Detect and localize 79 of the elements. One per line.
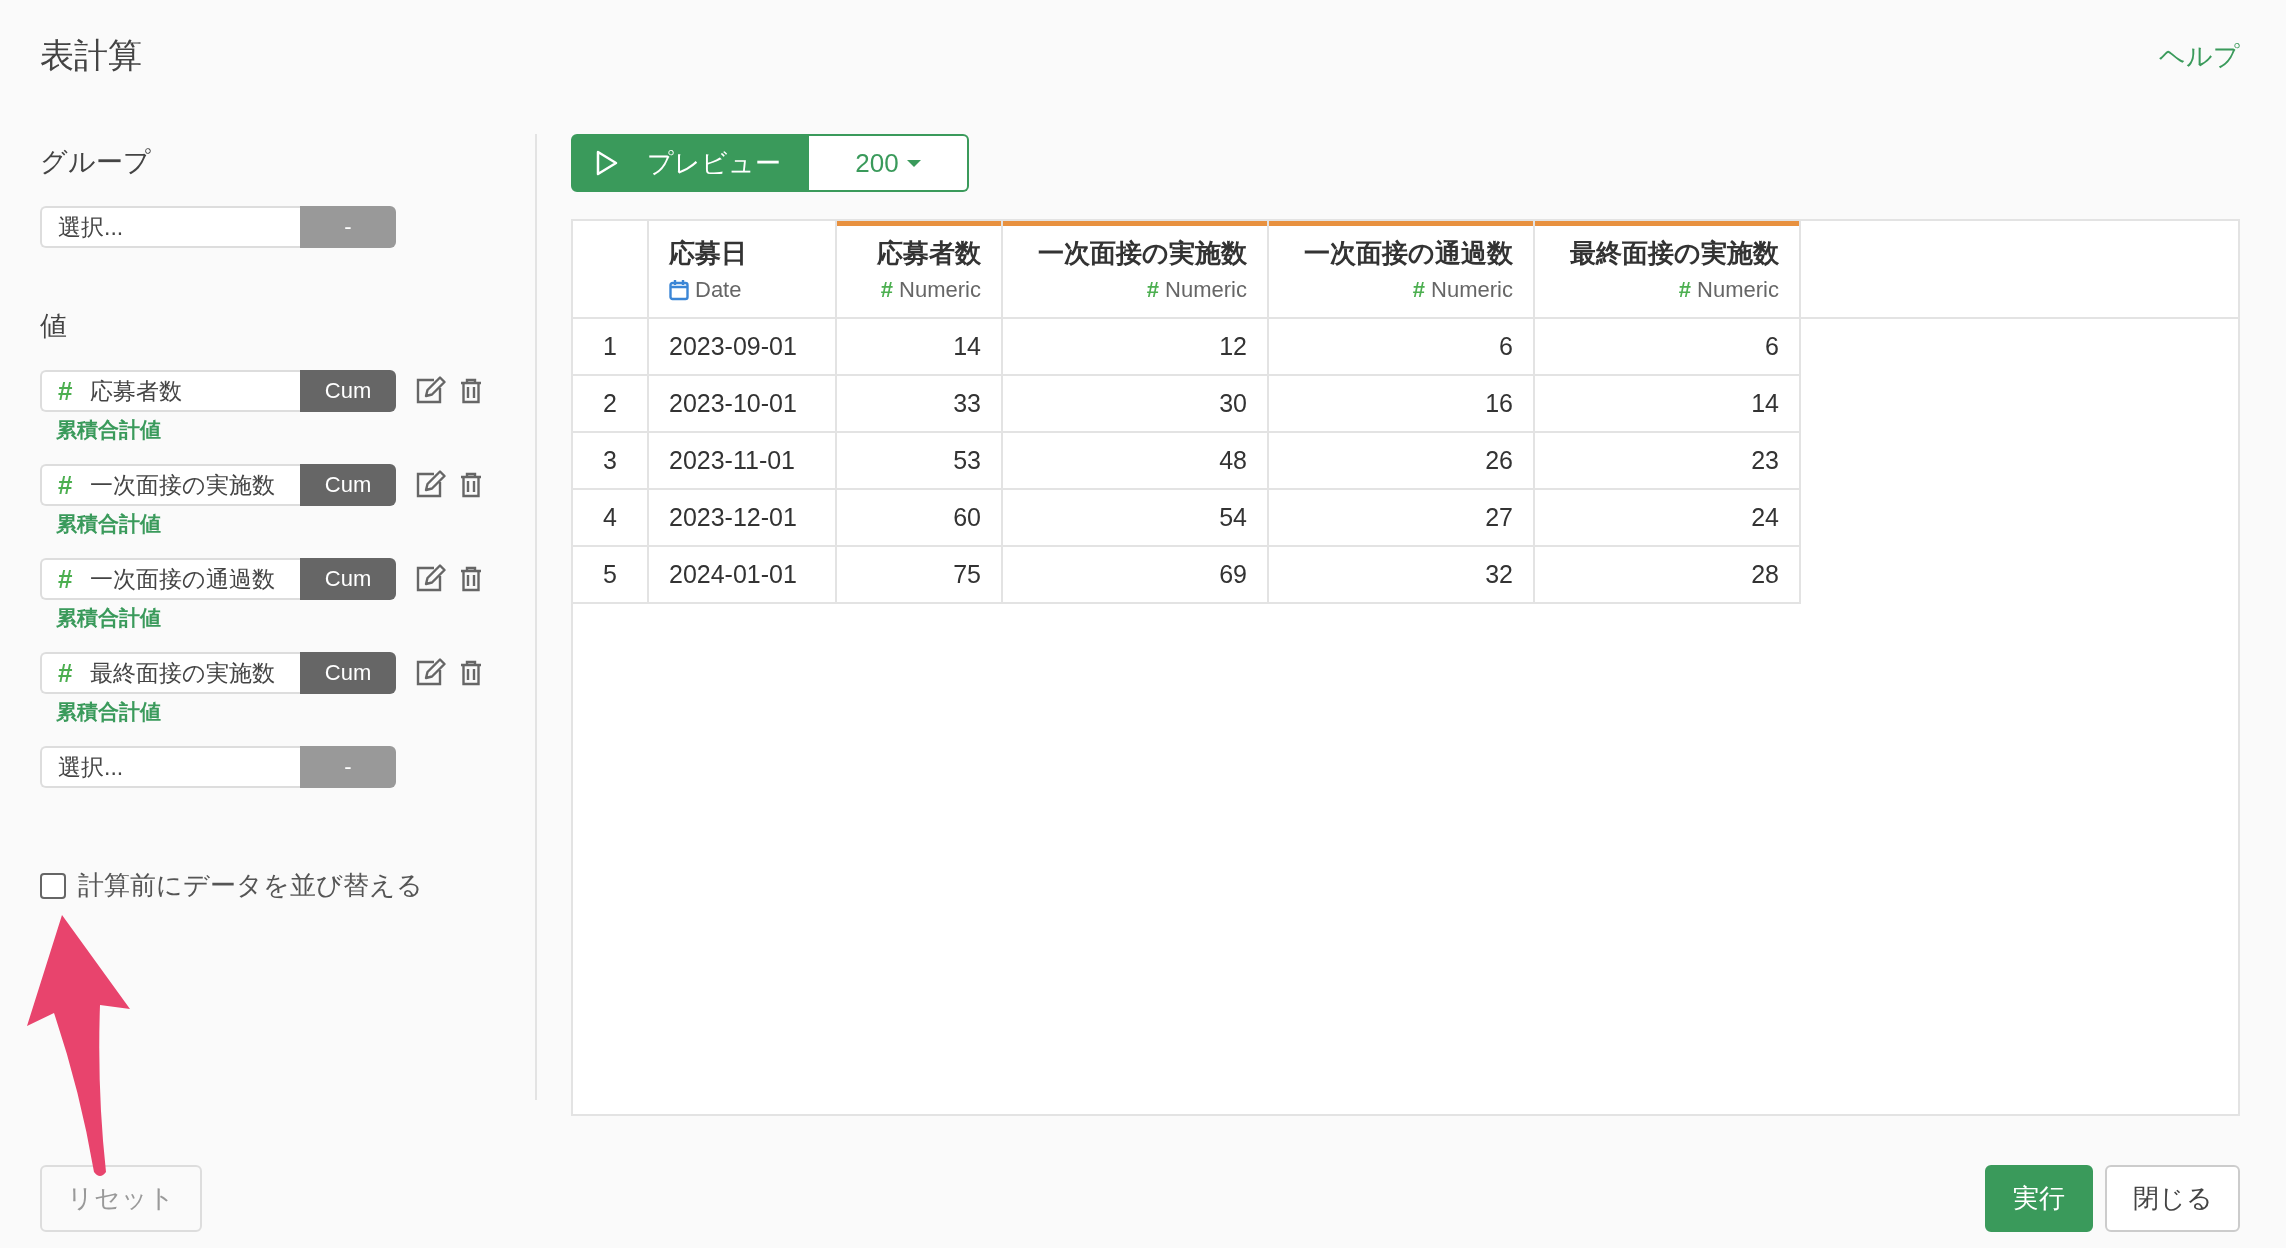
column-field[interactable]: # 一次面接の実施数 — [40, 464, 300, 506]
table-cell: 12 — [1002, 318, 1268, 375]
table-cell: 6 — [1268, 318, 1534, 375]
column-header[interactable]: 一次面接の通過数 # Numeric — [1268, 221, 1534, 318]
dialog-title: 表計算 — [40, 35, 142, 76]
table-cell: 27 — [1268, 489, 1534, 546]
function-button[interactable]: Cum — [300, 558, 396, 600]
column-type: Numeric — [899, 276, 981, 303]
row-count-dropdown[interactable]: 200 — [809, 134, 969, 192]
column-type: Numeric — [1431, 276, 1513, 303]
table-cell: 2023-09-01 — [648, 318, 836, 375]
table-cell: 23 — [1534, 432, 1800, 489]
column-field[interactable]: # 最終面接の実施数 — [40, 652, 300, 694]
sort-checkbox[interactable] — [40, 872, 66, 899]
column-header[interactable]: 応募者数 # Numeric — [836, 221, 1002, 318]
row-number: 4 — [573, 489, 648, 546]
table-cell: 28 — [1534, 546, 1800, 603]
checkbox-label: 計算前にデータを並び替える — [78, 869, 423, 902]
run-button[interactable]: 実行 — [1985, 1165, 2093, 1232]
numeric-icon: # — [1146, 276, 1160, 303]
trash-icon[interactable] — [460, 660, 482, 686]
trash-icon[interactable] — [460, 472, 482, 498]
table-cell: 26 — [1268, 432, 1534, 489]
column-type: Numeric — [1697, 276, 1779, 303]
function-button[interactable]: Cum — [300, 370, 396, 412]
table-cell: 33 — [836, 375, 1002, 432]
table-cell: 6 — [1534, 318, 1800, 375]
preview-button[interactable]: プレビュー — [571, 134, 809, 192]
table-cell: 53 — [836, 432, 1002, 489]
aggregation-caption: 累積合計値 — [56, 605, 161, 631]
play-icon — [595, 149, 619, 177]
table-cell: 24 — [1534, 489, 1800, 546]
edit-icon[interactable] — [414, 658, 446, 688]
table-cell: 2023-12-01 — [648, 489, 836, 546]
numeric-icon: # — [880, 276, 894, 303]
edit-icon[interactable] — [414, 470, 446, 500]
column-type: Numeric — [1165, 276, 1247, 303]
select-field[interactable]: 選択... — [40, 206, 300, 248]
table-cell: 48 — [1002, 432, 1268, 489]
edit-icon[interactable] — [414, 564, 446, 594]
table-cell: 30 — [1002, 375, 1268, 432]
table-cell: 2023-11-01 — [648, 432, 836, 489]
column-type: Date — [695, 276, 742, 303]
table-cell: 69 — [1002, 546, 1268, 603]
row-number: 5 — [573, 546, 648, 603]
section-label: 値 — [40, 310, 68, 343]
row-number: 1 — [573, 318, 648, 375]
edit-icon[interactable] — [414, 376, 446, 406]
table-cell: 14 — [1534, 375, 1800, 432]
calendar-icon — [669, 278, 689, 301]
table-cell: 75 — [836, 546, 1002, 603]
row-number: 3 — [573, 432, 648, 489]
numeric-icon: # — [1412, 276, 1426, 303]
caret-icon — [906, 159, 921, 167]
select-field[interactable]: 選択... — [40, 746, 300, 788]
table-cell: 54 — [1002, 489, 1268, 546]
table-cell: 2024-01-01 — [648, 546, 836, 603]
function-button[interactable]: Cum — [300, 652, 396, 694]
column-field[interactable]: # 応募者数 — [40, 370, 300, 412]
column-header[interactable]: 応募日 Date — [648, 221, 836, 318]
aggregation-caption: 累積合計値 — [56, 417, 161, 443]
table-cell: 16 — [1268, 375, 1534, 432]
section-label: グループ — [40, 146, 152, 179]
table-cell: 14 — [836, 318, 1002, 375]
table-cell: 32 — [1268, 546, 1534, 603]
column-header[interactable]: 最終面接の実施数 # Numeric — [1534, 221, 1800, 318]
close-button[interactable]: 閉じる — [2105, 1165, 2240, 1232]
table-cell: 2023-10-01 — [648, 375, 836, 432]
numeric-icon: # — [1678, 276, 1692, 303]
function-button[interactable]: Cum — [300, 464, 396, 506]
row-number: 2 — [573, 375, 648, 432]
aggregation-caption: 累積合計値 — [56, 511, 161, 537]
trash-icon[interactable] — [460, 378, 482, 404]
aggregation-caption: 累積合計値 — [56, 699, 161, 725]
trash-icon[interactable] — [460, 566, 482, 592]
help-link[interactable]: ヘルプ — [2159, 38, 2240, 74]
column-field[interactable]: # 一次面接の通過数 — [40, 558, 300, 600]
table-cell: 60 — [836, 489, 1002, 546]
column-header[interactable]: 一次面接の実施数 # Numeric — [1002, 221, 1268, 318]
